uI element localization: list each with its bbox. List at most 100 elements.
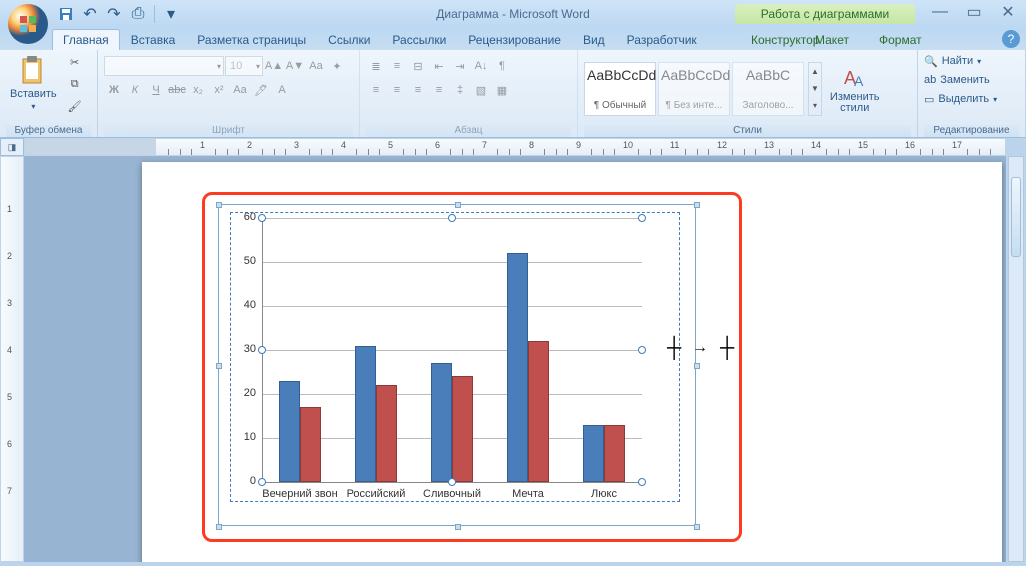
plot-handle[interactable] — [638, 346, 646, 354]
y-tick-label: 20 — [232, 387, 256, 399]
x-tick-label: Вечерний звон — [262, 488, 337, 500]
show-marks-icon[interactable]: ¶ — [492, 56, 512, 76]
plot-handle[interactable] — [448, 478, 456, 486]
font-btn-0[interactable]: Ж — [104, 80, 124, 100]
font-btn-1[interactable]: К — [125, 80, 145, 100]
line-spacing-icon[interactable]: ‡ — [450, 80, 470, 100]
tab-Рецензирование[interactable]: Рецензирование — [457, 29, 572, 50]
chart-plot-area[interactable]: 0102030405060Вечерний звонРоссийскийСлив… — [262, 218, 642, 482]
font-btn-3[interactable]: abc — [167, 80, 187, 100]
style-item-0[interactable]: AaBbCcDd¶ Обычный — [584, 62, 656, 116]
copy-icon[interactable]: ⧉ — [65, 74, 85, 94]
sort-icon[interactable]: A↓ — [471, 56, 491, 76]
change-styles-button[interactable]: AA Изменить стили — [826, 62, 884, 116]
qat-more-icon[interactable]: ▾ — [161, 4, 181, 24]
cut-icon[interactable]: ✂ — [65, 52, 85, 72]
plot-handle[interactable] — [638, 478, 646, 486]
ribbon: Вставить ▾ ✂ ⧉ 🖌 Буфер обмена 10 A▲A▼Aa✦… — [0, 50, 1026, 138]
borders-icon[interactable]: ▦ — [492, 80, 512, 100]
group-label-clipboard: Буфер обмена — [6, 125, 91, 137]
font-btn[interactable]: ✦ — [327, 56, 347, 76]
multilevel-icon[interactable]: ⊟ — [408, 56, 428, 76]
bullets-icon[interactable]: ≣ — [366, 56, 386, 76]
font-family-combo[interactable] — [104, 56, 224, 76]
close-button[interactable]: ✕ — [996, 3, 1020, 21]
find-button[interactable]: 🔍Найти▾ — [924, 52, 997, 70]
bar-Series1-1[interactable] — [355, 346, 376, 482]
group-styles: AaBbCcDd¶ ОбычныйAaBbCcDd¶ Без инте...Aa… — [578, 50, 918, 137]
replace-button[interactable]: abЗаменить — [924, 71, 997, 89]
bar-Series2-2[interactable] — [452, 376, 473, 482]
document-area[interactable]: 0102030405060Вечерний звонРоссийскийСлив… — [24, 156, 1006, 562]
tab-Разработчик[interactable]: Разработчик — [616, 29, 708, 50]
plot-handle[interactable] — [258, 214, 266, 222]
numbering-icon[interactable]: ≡ — [387, 56, 407, 76]
font-size-combo[interactable]: 10 — [225, 56, 263, 76]
font-btn[interactable]: Aa — [306, 56, 326, 76]
indent-inc-icon[interactable]: ⇥ — [450, 56, 470, 76]
font-btn-6[interactable]: Aa — [230, 80, 250, 100]
style-item-1[interactable]: AaBbCcDd¶ Без инте... — [658, 62, 730, 116]
select-button[interactable]: ▭Выделить▾ — [924, 90, 997, 108]
ruler-corner[interactable]: ◨ — [0, 138, 24, 156]
bar-Series2-0[interactable] — [300, 407, 321, 482]
minimize-button[interactable]: — — [928, 3, 952, 21]
bar-Series1-0[interactable] — [279, 381, 300, 482]
tab-Разметка страницы[interactable]: Разметка страницы — [186, 29, 317, 50]
x-tick-label: Мечта — [512, 488, 544, 500]
group-label-font: Шрифт — [104, 125, 353, 137]
y-tick-label: 40 — [232, 299, 256, 311]
tab-Формат[interactable]: Формат — [868, 29, 933, 50]
font-btn-7[interactable]: 🖊 — [251, 80, 271, 100]
style-scroll-up[interactable]: ▲ — [811, 67, 819, 76]
tab-Ссылки[interactable]: Ссылки — [317, 29, 381, 50]
paste-button[interactable]: Вставить ▾ — [6, 52, 61, 113]
font-btn-5[interactable]: x² — [209, 80, 229, 100]
style-scroll-down[interactable]: ▼ — [811, 84, 819, 93]
align-justify-icon[interactable]: ≡ — [429, 80, 449, 100]
shading-icon[interactable]: ▧ — [471, 80, 491, 100]
vertical-scrollbar[interactable] — [1008, 156, 1024, 562]
scroll-thumb[interactable] — [1011, 177, 1021, 257]
vertical-ruler[interactable]: 1234567 — [0, 156, 24, 562]
format-painter-icon[interactable]: 🖌 — [65, 96, 85, 116]
help-button[interactable]: ? — [1002, 30, 1020, 48]
horizontal-ruler[interactable]: 3211234567891011121314151617 — [24, 138, 1006, 156]
tab-Вставка[interactable]: Вставка — [120, 29, 187, 50]
plot-handle[interactable] — [638, 214, 646, 222]
bar-Series1-3[interactable] — [507, 253, 528, 482]
font-btn[interactable]: A▼ — [285, 56, 305, 76]
group-font: 10 A▲A▼Aa✦ ЖКЧabcx₂x²Aa🖊A Шрифт — [98, 50, 360, 137]
office-orb[interactable] — [6, 2, 50, 46]
plot-handle[interactable] — [448, 214, 456, 222]
group-label-editing: Редактирование — [924, 125, 1019, 137]
print-icon[interactable]: ⎙ — [128, 4, 148, 24]
save-icon[interactable] — [56, 4, 76, 24]
align-center-icon[interactable]: ≡ — [387, 80, 407, 100]
plot-handle[interactable] — [258, 346, 266, 354]
align-right-icon[interactable]: ≡ — [408, 80, 428, 100]
bar-Series1-4[interactable] — [583, 425, 604, 482]
indent-dec-icon[interactable]: ⇤ — [429, 56, 449, 76]
y-tick-label: 30 — [232, 343, 256, 355]
bar-Series2-3[interactable] — [528, 341, 549, 482]
undo-icon[interactable]: ↶ — [80, 4, 100, 24]
style-item-2[interactable]: AaBbCЗаголово... — [732, 62, 804, 116]
font-btn-8[interactable]: A — [272, 80, 292, 100]
tab-Вид[interactable]: Вид — [572, 29, 616, 50]
bar-Series2-1[interactable] — [376, 385, 397, 482]
resize-cursor-left: ┼ — [667, 337, 681, 360]
tab-Главная[interactable]: Главная — [52, 29, 120, 50]
tab-Рассылки[interactable]: Рассылки — [381, 29, 457, 50]
font-btn-4[interactable]: x₂ — [188, 80, 208, 100]
tab-Макет[interactable]: Макет — [804, 29, 860, 50]
style-more[interactable]: ▾ — [811, 101, 819, 110]
font-btn-2[interactable]: Ч — [146, 80, 166, 100]
bar-Series2-4[interactable] — [604, 425, 625, 482]
redo-icon[interactable]: ↷ — [104, 4, 124, 24]
bar-Series1-2[interactable] — [431, 363, 452, 482]
plot-handle[interactable] — [258, 478, 266, 486]
font-btn[interactable]: A▲ — [264, 56, 284, 76]
align-left-icon[interactable]: ≡ — [366, 80, 386, 100]
maximize-button[interactable]: ▭ — [962, 3, 986, 21]
